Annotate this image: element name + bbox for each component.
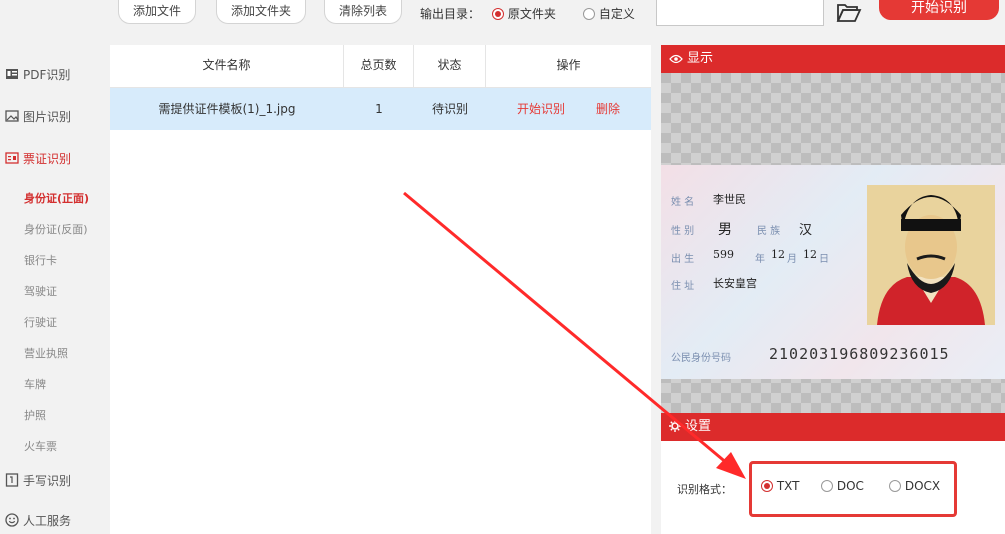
row-start-button[interactable]: 开始识别 (506, 88, 576, 130)
output-custom-option[interactable]: 自定义 (583, 5, 635, 22)
sidebar-item-pdf[interactable]: PDF识别 (0, 66, 104, 83)
sidebar-item-human-service[interactable]: 人工服务 (0, 512, 104, 529)
id-number: 210203196809236015 (769, 345, 950, 363)
format-option-doc[interactable]: DOC (821, 479, 864, 493)
card-icon (5, 152, 19, 164)
sidebar: PDF识别 图片识别 票证识别 身份证(正面) 身份证(反面) 银行卡 驾驶证 … (0, 38, 104, 534)
radio-selected-icon[interactable] (492, 8, 504, 20)
settings-body: 识别格式： TXT DOC DOCX (661, 441, 1005, 534)
radio-unselected-icon[interactable] (821, 480, 833, 492)
sidebar-sub-train-ticket[interactable]: 火车票 (24, 438, 57, 454)
add-file-button[interactable]: 添加文件 (118, 0, 196, 24)
radio-unselected-icon[interactable] (889, 480, 901, 492)
sidebar-sub-vehicle-license[interactable]: 行驶证 (24, 314, 57, 330)
sidebar-item-card[interactable]: 票证识别 (0, 150, 104, 167)
output-path-input[interactable] (656, 0, 824, 26)
format-option-txt[interactable]: TXT (761, 479, 800, 493)
sidebar-sub-bank-card[interactable]: 银行卡 (24, 252, 57, 268)
folder-open-icon[interactable] (836, 2, 862, 24)
portrait-photo (867, 185, 995, 325)
clear-list-button[interactable]: 清除列表 (324, 0, 402, 24)
row-filename: 需提供证件模板(1)_1.jpg (158, 102, 296, 116)
radio-selected-icon[interactable] (761, 480, 773, 492)
settings-header: 设置 (661, 413, 1005, 441)
smiley-icon (5, 513, 19, 527)
sidebar-item-handwriting[interactable]: 手写识别 (0, 472, 104, 489)
sidebar-sub-passport[interactable]: 护照 (24, 407, 46, 423)
col-filename: 文件名称 (110, 45, 344, 87)
format-label: 识别格式： (677, 483, 732, 496)
sidebar-sub-business-license[interactable]: 营业执照 (24, 345, 68, 361)
sidebar-item-image[interactable]: 图片识别 (0, 108, 104, 125)
table-row[interactable]: 需提供证件模板(1)_1.jpg 1 待识别 开始识别 删除 (110, 88, 651, 130)
pdf-icon (6, 69, 18, 79)
output-dir-label: 输出目录： (420, 7, 481, 21)
sidebar-sub-id-back[interactable]: 身份证(反面) (24, 221, 88, 237)
col-actions: 操作 (556, 58, 581, 72)
gear-icon (669, 420, 681, 432)
top-toolbar: 添加文件 添加文件夹 清除列表 输出目录： 原文件夹 自定义 开始识别 (0, 0, 1005, 38)
output-original-option[interactable]: 原文件夹 (492, 5, 556, 22)
add-folder-button[interactable]: 添加文件夹 (216, 0, 306, 24)
right-panel: 显示 姓 名 李世民 性 别 男 民 族 汉 出 生 599 年 12 月 12… (661, 45, 1005, 534)
handwriting-icon (5, 473, 19, 487)
format-option-docx[interactable]: DOCX (889, 479, 940, 493)
preview-area: 姓 名 李世民 性 别 男 民 族 汉 出 生 599 年 12 月 12 日 … (661, 73, 1005, 413)
table-header: 文件名称 总页数 状态 操作 (110, 45, 651, 88)
file-table: 文件名称 总页数 状态 操作 需提供证件模板(1)_1.jpg 1 待识别 开始… (110, 45, 651, 534)
sidebar-sub-driver-license[interactable]: 驾驶证 (24, 283, 57, 299)
id-card-image: 姓 名 李世民 性 别 男 民 族 汉 出 生 599 年 12 月 12 日 … (661, 165, 1005, 379)
col-status: 状态 (414, 45, 486, 87)
row-status: 待识别 (431, 102, 468, 116)
preview-header: 显示 (661, 45, 1005, 73)
start-recognition-button[interactable]: 开始识别 (879, 0, 999, 20)
row-delete-button[interactable]: 删除 (588, 88, 628, 130)
sidebar-sub-license-plate[interactable]: 车牌 (24, 376, 46, 392)
sidebar-sub-id-front[interactable]: 身份证(正面) (24, 190, 89, 206)
col-pages: 总页数 (344, 45, 414, 87)
image-icon (5, 110, 19, 122)
row-pages: 1 (375, 102, 383, 116)
radio-unselected-icon[interactable] (583, 8, 595, 20)
eye-icon (669, 54, 683, 64)
